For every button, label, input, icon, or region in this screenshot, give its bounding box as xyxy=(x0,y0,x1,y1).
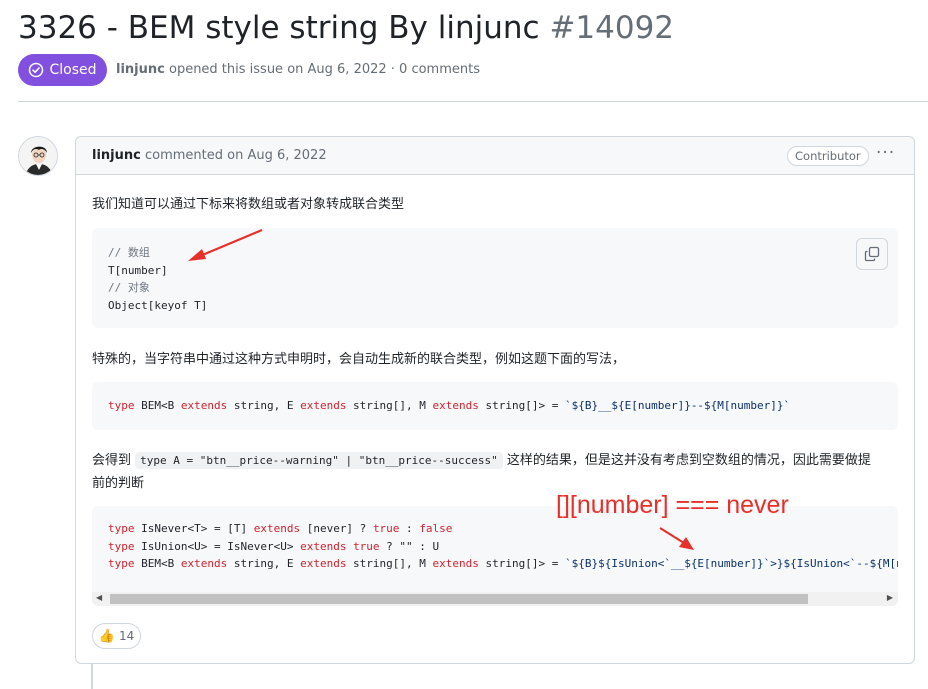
avatar[interactable] xyxy=(18,136,58,176)
code-keyword: type xyxy=(108,557,135,570)
code-text: string, E xyxy=(227,399,301,412)
horizontal-scrollbar[interactable]: ◀ ▶ xyxy=(92,592,898,606)
code-text: IsUnion<U> = IsNever<U> xyxy=(134,539,301,553)
comment-card: linjunc commented on Aug 6, 2022 Contrib… xyxy=(75,136,915,664)
code-text: [never] ? xyxy=(300,522,373,535)
code-text: string[], M xyxy=(346,399,433,412)
code-keyword: extends xyxy=(180,399,228,412)
issue-meta-text: opened this issue on Aug 6, 2022 · 0 com… xyxy=(168,62,480,77)
annotation-text: [][number] === never xyxy=(556,491,789,519)
code-text: string[]> = xyxy=(478,399,565,412)
issue-title-text: 3326 - BEM style string By linjunc xyxy=(18,10,540,46)
code-keyword: type xyxy=(108,399,135,412)
code-comment: // 数组 xyxy=(108,246,150,259)
code-block-1-content: // 数组 T[number] // 对象 Object[keyof T] xyxy=(92,228,898,330)
thumbs-up-icon: 👍 xyxy=(98,628,115,644)
code-text: string[]> = xyxy=(478,557,565,570)
code-text: BEM<B xyxy=(134,399,181,412)
paragraph-3-line-2: 前的判断 xyxy=(92,476,145,491)
header-divider xyxy=(18,101,928,102)
code-keyword: extends xyxy=(253,522,301,535)
code-keyword: true xyxy=(372,522,400,535)
code-keyword: extends xyxy=(432,399,479,412)
paragraph-3-after: 这样的结果，但是这并没有考虑到空数组的情况，因此需要做提 xyxy=(506,453,871,468)
code-text: ? "" : U xyxy=(379,539,440,553)
code-keyword: extends xyxy=(432,557,479,570)
paragraph-2: 特殊的，当字符串中通过这种方式申明时，会自动生成新的联合类型，例如这题下面的写法… xyxy=(92,352,626,367)
issue-meta: linjunc opened this issue on Aug 6, 2022… xyxy=(116,62,480,77)
code-keyword: false xyxy=(419,522,453,535)
code-string: `${B}${IsUnion<`__${E[number]}`>}${IsUni… xyxy=(564,557,898,570)
kebab-menu-icon[interactable]: ··· xyxy=(876,143,895,163)
code-string: `${B}__${E[number]}--${M[number]}` xyxy=(564,399,791,412)
user-avatar-icon xyxy=(19,137,57,175)
inline-code: type A = "btn__price--warning" | "btn__p… xyxy=(135,452,503,469)
comment-author-link[interactable]: linjunc xyxy=(92,148,141,163)
reaction-count: 14 xyxy=(118,629,135,643)
code-text: : xyxy=(399,522,420,535)
code-keyword: true xyxy=(353,539,380,553)
code-text: IsNever<T> = [T] xyxy=(134,522,254,535)
timeline-line xyxy=(91,663,93,689)
code-line: T[number] xyxy=(108,263,168,277)
check-circle-icon xyxy=(29,62,44,78)
code-keyword: type xyxy=(108,522,135,535)
code-keyword: extends xyxy=(300,557,347,570)
code-keyword: extends xyxy=(300,399,347,412)
code-block-1: // 数组 T[number] // 对象 Object[keyof T] xyxy=(92,228,898,328)
scrollbar-thumb[interactable] xyxy=(110,594,808,604)
status-badge: Closed xyxy=(18,54,107,86)
code-keyword: extends xyxy=(180,557,228,570)
comment-header: linjunc commented on Aug 6, 2022 Contrib… xyxy=(76,137,914,175)
status-label: Closed xyxy=(49,62,97,78)
code-keyword: type xyxy=(108,539,135,553)
code-block-2-content: type BEM<B extends string, E extends str… xyxy=(92,382,898,430)
code-text: BEM<B xyxy=(134,557,181,570)
code-block-2: type BEM<B extends string, E extends str… xyxy=(92,382,898,430)
comment-action[interactable]: commented on Aug 6, 2022 xyxy=(145,148,327,163)
copy-icon xyxy=(864,246,880,262)
scroll-right-arrow-icon[interactable]: ▶ xyxy=(887,593,893,602)
code-block-3: type IsNever<T> = [T] extends [never] ? … xyxy=(92,506,898,606)
comment-header-text: linjunc commented on Aug 6, 2022 xyxy=(92,148,327,163)
scroll-left-arrow-icon[interactable]: ◀ xyxy=(96,593,102,602)
code-keyword: extends xyxy=(300,539,347,553)
issue-author-link[interactable]: linjunc xyxy=(116,62,165,77)
copy-button[interactable] xyxy=(856,238,888,270)
reaction-thumbs-up[interactable]: 👍 14 xyxy=(92,623,141,649)
issue-title: 3326 - BEM style string By linjunc #1409… xyxy=(18,6,674,50)
issue-number[interactable]: #14092 xyxy=(549,10,674,46)
code-text: string, E xyxy=(227,557,301,570)
paragraph-3: 会得到 type A = "btn__price--warning" | "bt… xyxy=(92,449,871,469)
paragraph-1: 我们知道可以通过下标来将数组或者对象转成联合类型 xyxy=(92,197,405,212)
code-line: Object[keyof T] xyxy=(108,298,208,312)
paragraph-3-before: 会得到 xyxy=(92,453,132,468)
code-text: string[], M xyxy=(346,557,433,570)
code-comment: // 对象 xyxy=(108,281,150,294)
contributor-badge: Contributor xyxy=(787,146,869,166)
